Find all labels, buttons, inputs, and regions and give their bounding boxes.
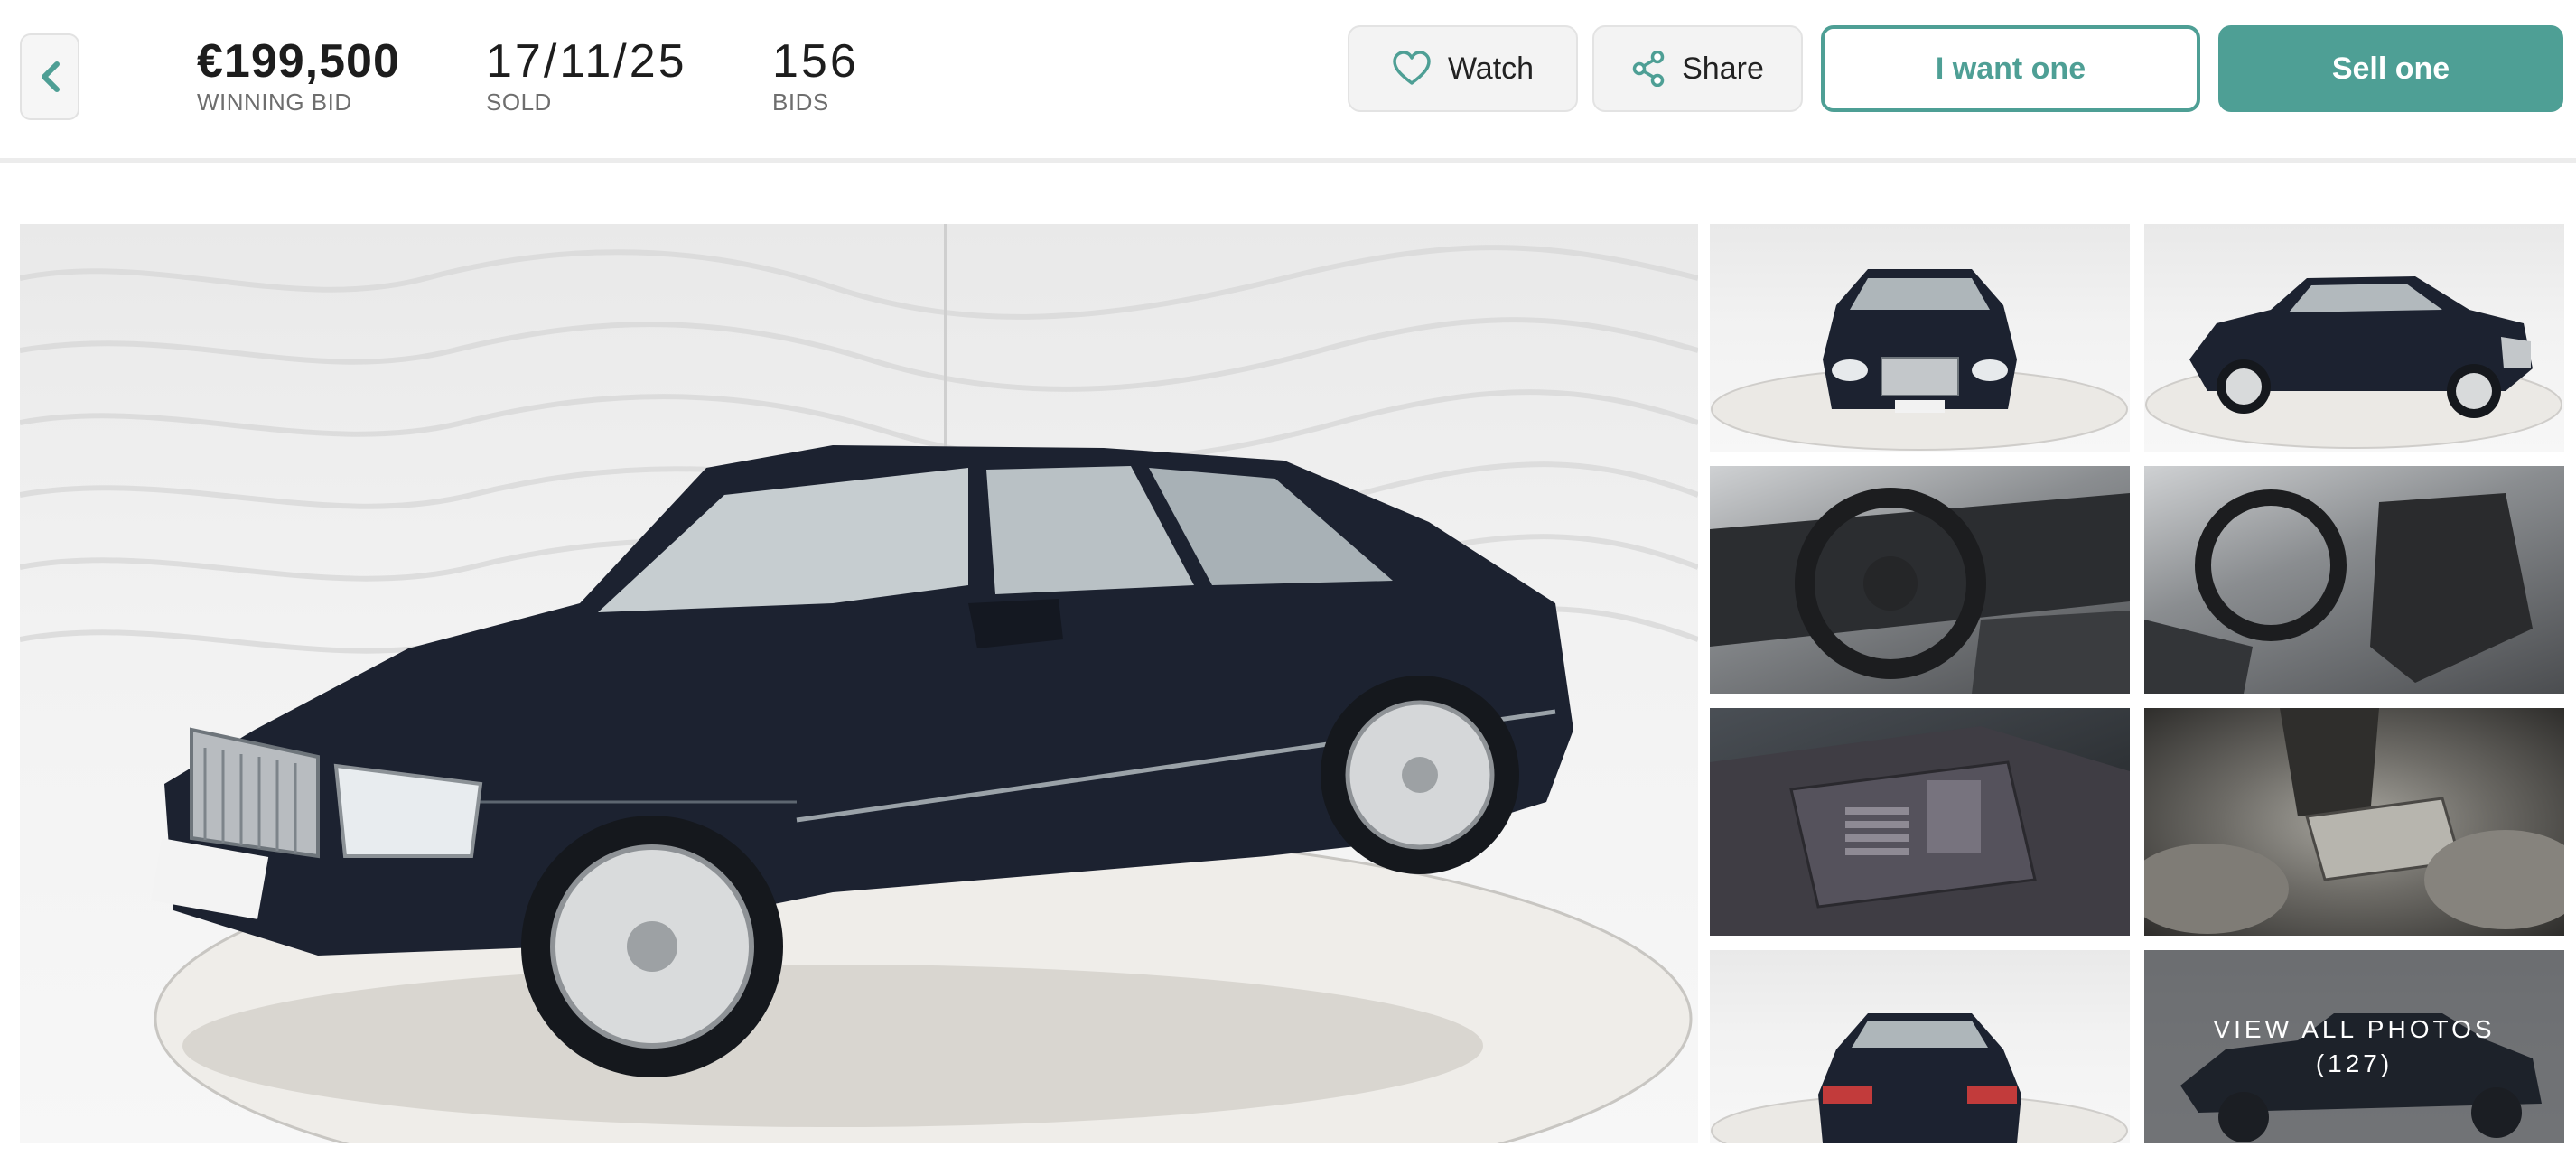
- car-front-image: [1711, 269, 2128, 451]
- interior-dashboard-image: [1710, 488, 2130, 694]
- view-all-photos-overlay[interactable]: VIEW ALL PHOTOS (127): [2144, 950, 2564, 1143]
- heart-icon: [1393, 51, 1431, 85]
- sell-one-button[interactable]: Sell one: [2218, 25, 2563, 112]
- chevron-left-icon: [42, 61, 60, 92]
- sold-date-stat: 17/11/25 SOLD: [486, 36, 687, 117]
- watch-label: Watch: [1447, 51, 1535, 86]
- view-all-photos-label: VIEW ALL PHOTOS: [2213, 1015, 2496, 1043]
- share-label: Share: [1682, 51, 1764, 86]
- back-button[interactable]: [20, 33, 79, 120]
- thumbnail-rear[interactable]: [1710, 950, 2130, 1143]
- view-all-photos-tile[interactable]: VIEW ALL PHOTOS (127): [2144, 950, 2564, 1143]
- interior-seats-image: [2144, 489, 2533, 694]
- winning-bid-value: €199,500: [197, 35, 400, 88]
- vin-plate-image: [1710, 726, 2130, 936]
- car-side-front-image: [2145, 276, 2562, 449]
- sold-date-value: 17/11/25: [486, 35, 687, 88]
- sold-label: SOLD: [486, 89, 552, 116]
- thumbnail-vin-plate[interactable]: [1710, 708, 2130, 936]
- engine-image: [2144, 708, 2564, 934]
- thumbnail-front[interactable]: [1710, 224, 2130, 452]
- listing-header-bar: €199,500 WINNING BID 17/11/25 SOLD 156 B…: [0, 0, 2576, 163]
- winning-bid-label: WINNING BID: [197, 89, 352, 116]
- car-main-image: [20, 224, 1698, 1143]
- thumbnail-side-front[interactable]: [2144, 224, 2564, 452]
- thumbnail-engine[interactable]: [2144, 708, 2564, 936]
- i-want-one-button[interactable]: I want one: [1821, 25, 2200, 112]
- share-button[interactable]: Share: [1592, 25, 1803, 112]
- winning-bid-stat: €199,500 WINNING BID: [197, 36, 400, 117]
- main-photo[interactable]: [20, 224, 1698, 1143]
- view-all-photos-count: (127): [2315, 1049, 2394, 1077]
- bids-label: BIDS: [772, 89, 829, 116]
- thumbnail-seats[interactable]: [2144, 466, 2564, 694]
- bids-stat: 156 BIDS: [772, 36, 859, 117]
- thumbnail-dashboard[interactable]: [1710, 466, 2130, 694]
- bids-value: 156: [772, 35, 859, 88]
- share-icon: [1632, 51, 1665, 87]
- watch-button[interactable]: Watch: [1348, 25, 1578, 112]
- car-rear-image: [1711, 1013, 2128, 1143]
